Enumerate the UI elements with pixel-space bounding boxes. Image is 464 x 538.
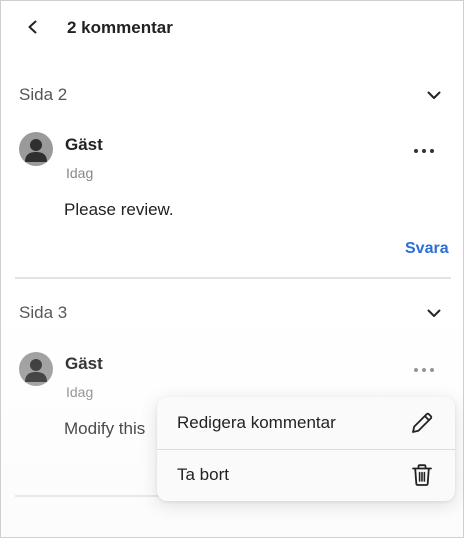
panel-header: 2 kommentar — [1, 1, 463, 57]
more-horizontal-icon — [414, 149, 434, 153]
chevron-down-icon[interactable] — [423, 84, 445, 106]
comment-author: Gäst — [65, 135, 103, 154]
avatar — [19, 132, 53, 166]
more-options-button[interactable] — [409, 360, 439, 380]
user-icon — [25, 139, 47, 162]
user-icon — [25, 359, 47, 382]
chevron-left-icon — [28, 20, 37, 34]
pencil-icon — [412, 412, 433, 433]
section-label: Sida 3 — [19, 303, 68, 322]
comment-text: Please review. — [64, 200, 174, 219]
comment-text: Modify this — [64, 419, 146, 438]
section-header-page-2[interactable]: Sida 2 — [19, 80, 445, 110]
reply-link[interactable]: Svara — [405, 240, 449, 258]
comments-panel: 2 kommentar Sida 2 Gäst Idag Please revi… — [0, 0, 464, 538]
comment-author: Gäst — [65, 354, 103, 373]
menu-item-label: Ta bort — [177, 465, 229, 484]
menu-item-label: Redigera kommentar — [177, 413, 336, 432]
comment-date: Idag — [66, 165, 94, 181]
section-label: Sida 2 — [19, 85, 68, 104]
edit-comment-menu-item[interactable]: Redigera kommentar — [157, 397, 455, 449]
back-button[interactable] — [21, 15, 45, 39]
trash-icon — [412, 464, 432, 486]
avatar — [19, 352, 53, 386]
header-title: 2 kommentar — [67, 18, 173, 37]
more-horizontal-icon — [414, 368, 434, 372]
section-divider — [15, 277, 451, 279]
more-options-button[interactable] — [409, 141, 439, 161]
delete-menu-item[interactable]: Ta bort — [157, 449, 455, 501]
chevron-down-icon[interactable] — [423, 302, 445, 324]
section-header-page-3[interactable]: Sida 3 — [19, 298, 445, 328]
comment-context-menu: Redigera kommentar Ta bort — [157, 397, 455, 501]
comment-date: Idag — [66, 384, 94, 400]
